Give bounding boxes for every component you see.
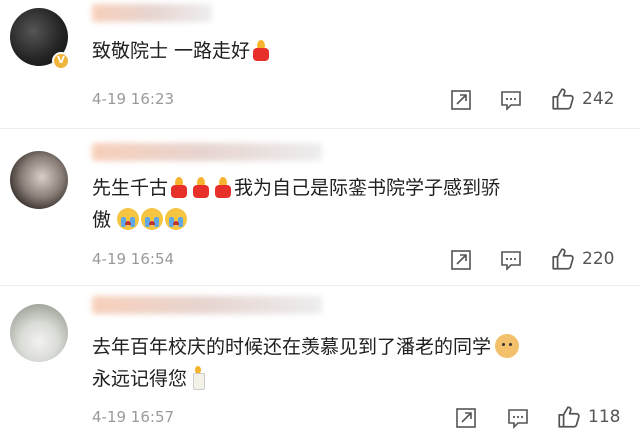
username-blurred[interactable] bbox=[92, 296, 322, 318]
comment-text-line: 先生千古 bbox=[92, 177, 169, 199]
comment-3: 去年百年校庆的时候还在羡慕见到了潘老的同学 永远记得您 4-19 16:57 1… bbox=[0, 286, 640, 442]
candle-emoji bbox=[170, 176, 188, 198]
share-icon[interactable] bbox=[449, 88, 473, 112]
verified-badge: V bbox=[52, 52, 70, 70]
like-icon[interactable] bbox=[550, 246, 576, 272]
comment-text: 傲 bbox=[92, 205, 189, 235]
comment-text-line: 致敬院士 一路走好 bbox=[92, 40, 251, 62]
like-count: 118 bbox=[588, 407, 621, 427]
dog-emoji bbox=[495, 334, 520, 358]
comment-text-line: 去年百年校庆的时候还在羡慕见到了潘老的同学 bbox=[92, 336, 492, 358]
candle-emoji bbox=[192, 176, 210, 198]
comment-text: 永远记得您 bbox=[92, 364, 206, 394]
like-icon[interactable] bbox=[550, 86, 576, 112]
timestamp: 4-19 16:54 bbox=[92, 250, 175, 268]
like-count: 242 bbox=[582, 89, 615, 109]
timestamp: 4-19 16:57 bbox=[92, 408, 175, 426]
timestamp: 4-19 16:23 bbox=[92, 90, 175, 108]
white-candle-emoji bbox=[191, 366, 206, 390]
comment-text: 去年百年校庆的时候还在羡慕见到了潘老的同学 bbox=[92, 332, 520, 362]
comment-text-line: 傲 bbox=[92, 209, 112, 231]
avatar[interactable] bbox=[10, 151, 68, 209]
crying-emoji bbox=[141, 208, 164, 230]
avatar[interactable] bbox=[10, 304, 68, 362]
crying-emoji bbox=[117, 208, 140, 230]
reply-icon[interactable] bbox=[499, 88, 523, 112]
comment-2: 先生千古 我为自己是际銮书院学子感到骄 傲 4-19 16:54 220 bbox=[0, 129, 640, 285]
candle-emoji bbox=[252, 39, 270, 61]
comment-text: 致敬院士 一路走好 bbox=[92, 36, 272, 66]
crying-emoji bbox=[165, 208, 188, 230]
share-icon[interactable] bbox=[454, 406, 478, 430]
comment-text: 先生千古 我为自己是际銮书院学子感到骄 bbox=[92, 173, 500, 203]
comment-text-line: 永远记得您 bbox=[92, 368, 188, 390]
share-icon[interactable] bbox=[449, 248, 473, 272]
like-icon[interactable] bbox=[556, 404, 582, 430]
candle-emoji bbox=[214, 176, 232, 198]
reply-icon[interactable] bbox=[506, 406, 530, 430]
like-count: 220 bbox=[582, 249, 615, 269]
reply-icon[interactable] bbox=[499, 248, 523, 272]
comment-1: V 致敬院士 一路走好 4-19 16:23 242 bbox=[0, 0, 640, 128]
username-blurred[interactable] bbox=[92, 4, 212, 26]
username-blurred[interactable] bbox=[92, 143, 322, 165]
comment-text-line: 我为自己是际銮书院学子感到骄 bbox=[234, 177, 501, 199]
